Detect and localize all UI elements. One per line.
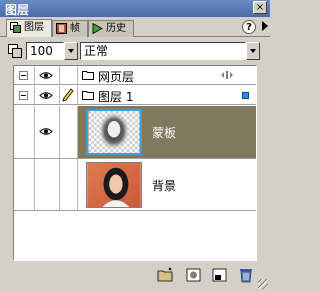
layer-row-web[interactable]: 网页层: [14, 66, 256, 85]
tab-frames[interactable]: 帧: [52, 20, 88, 37]
tab-history-label: 历史: [106, 23, 126, 34]
layer-row-mask[interactable]: 蒙板: [14, 106, 256, 158]
panel-menu-arrow-icon[interactable]: [262, 21, 268, 31]
mask-thumbnail[interactable]: [86, 109, 142, 155]
layer-color-marker: [242, 92, 249, 99]
layer-label-web: 网页层: [98, 70, 135, 84]
visibility-eye-icon[interactable]: [39, 127, 53, 136]
film-icon: [56, 23, 67, 34]
opacity-dropdown-button[interactable]: [64, 42, 78, 60]
tab-layers-label: 图层: [24, 22, 44, 33]
trash-icon[interactable]: [236, 266, 256, 284]
layer-label-layer1: 图层 1: [98, 90, 134, 104]
collapse-toggle-web[interactable]: [19, 71, 28, 80]
opacity-input[interactable]: 100: [26, 42, 64, 60]
visibility-eye-icon[interactable]: [39, 91, 53, 100]
layer-controls: 100 正常: [0, 41, 270, 63]
new-layer-set-icon[interactable]: [156, 266, 176, 284]
tab-history[interactable]: 历史: [88, 20, 134, 37]
resize-grip[interactable]: [258, 279, 268, 289]
folder-open-icon: [82, 91, 94, 100]
title-bar[interactable]: 图层 ×: [0, 0, 270, 17]
layers-icon: [10, 22, 21, 33]
layers-panel: 图层 × 图层 帧 历史 ? 100 正常 网页层 图层 1 蒙板 背景: [0, 0, 270, 291]
pencil-icon[interactable]: [62, 88, 74, 102]
layer-stack-icon: [8, 44, 22, 58]
background-thumbnail[interactable]: [86, 162, 142, 208]
collapse-toggle-layer1[interactable]: [19, 91, 28, 100]
play-icon: [92, 23, 103, 34]
panel-footer: [0, 264, 270, 291]
visibility-eye-icon[interactable]: [39, 71, 53, 80]
new-layer-icon[interactable]: [210, 266, 230, 284]
tab-frames-label: 帧: [70, 23, 80, 34]
link-arrows-icon[interactable]: [220, 70, 234, 80]
window-title: 图层: [5, 3, 30, 17]
folder-icon: [82, 71, 94, 80]
blend-mode-dropdown-button[interactable]: [246, 42, 260, 60]
tab-layers[interactable]: 图层: [6, 19, 52, 37]
tab-bar: 图层 帧 历史 ?: [0, 17, 270, 37]
help-icon[interactable]: ?: [242, 20, 256, 34]
add-mask-icon[interactable]: [184, 266, 204, 284]
blend-mode-select[interactable]: 正常: [80, 42, 246, 60]
layer-list: 网页层 图层 1 蒙板 背景: [13, 65, 257, 261]
layer-label-background: 背景: [152, 179, 177, 193]
layer-row-background[interactable]: 背景: [14, 158, 256, 210]
close-button[interactable]: ×: [253, 1, 267, 14]
layer-label-mask: 蒙板: [152, 126, 177, 140]
layer-row-layer1[interactable]: 图层 1: [14, 86, 256, 105]
